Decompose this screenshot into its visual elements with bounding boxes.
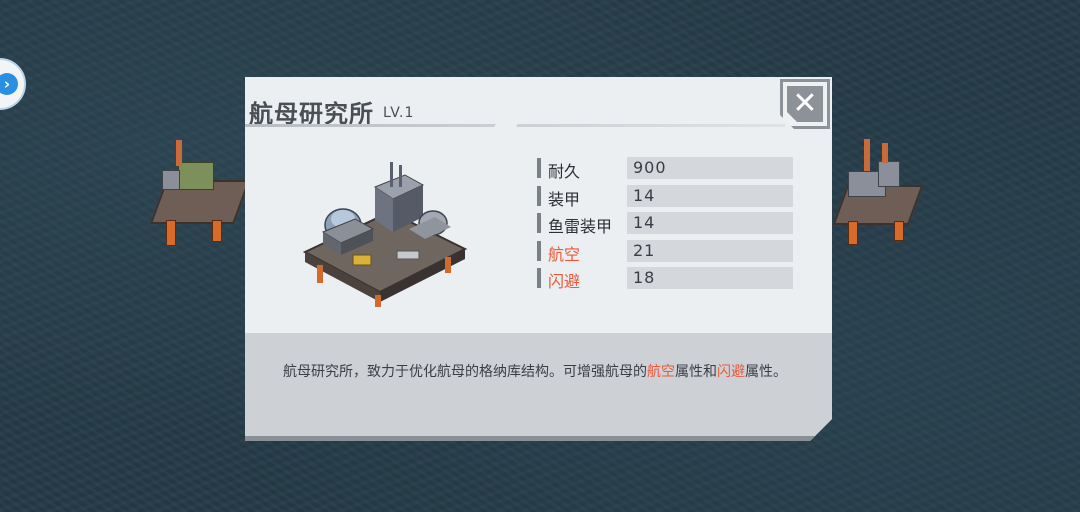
building-level: LV.1 (383, 105, 415, 121)
description-highlight-evasion: 闪避 (717, 364, 745, 380)
stat-value: 18 (633, 268, 656, 287)
stat-label: 耐久 (548, 162, 581, 181)
stats-panel: 耐久 900 装甲 14 鱼雷装甲 14 航空 21 闪避 18 (537, 157, 795, 295)
stat-marker (537, 268, 541, 288)
chevron-right-icon: › (0, 73, 18, 95)
stat-marker (537, 213, 541, 233)
building-description: 航母研究所，致力于优化航母的格纳库结构。可增强航母的航空属性和闪避属性。 (283, 361, 803, 383)
stat-row-torpedo-armor: 鱼雷装甲 14 (537, 212, 795, 234)
stat-value: 21 (633, 240, 656, 260)
stat-value: 14 (633, 185, 656, 205)
description-text: 属性。 (745, 364, 787, 380)
stat-value: 14 (633, 213, 656, 232)
stat-row-aviation: 航空 21 (537, 240, 795, 262)
close-icon: ✕ (787, 86, 823, 122)
stat-label: 闪避 (548, 272, 581, 291)
stat-marker (537, 158, 541, 178)
stat-row-evasion: 闪避 18 (537, 267, 795, 289)
building-illustration (295, 157, 475, 307)
stat-value: 900 (633, 158, 667, 177)
stat-label: 鱼雷装甲 (548, 217, 613, 236)
description-text: 航母研究所，致力于优化航母的格纳库结构。可增强航母的 (283, 364, 647, 380)
stat-row-durability: 耐久 900 (537, 157, 795, 179)
stat-row-armor: 装甲 14 (537, 185, 795, 207)
description-band (245, 333, 832, 441)
description-text: 属性和 (675, 364, 717, 380)
dialog-bottom-edge (245, 436, 832, 441)
close-button[interactable]: ✕ (780, 79, 830, 129)
background-building-right (828, 135, 924, 250)
stat-marker (537, 241, 541, 261)
header-divider-notch (494, 124, 518, 127)
stat-label: 装甲 (548, 189, 581, 209)
stat-label: 航空 (548, 244, 581, 264)
background-building-left (149, 140, 251, 250)
description-highlight-aviation: 航空 (647, 364, 675, 380)
stat-marker (537, 186, 541, 206)
building-info-dialog: 航母研究所 LV.1 耐久 900 装甲 14 鱼雷装甲 14 航空 21 闪避… (245, 77, 832, 441)
